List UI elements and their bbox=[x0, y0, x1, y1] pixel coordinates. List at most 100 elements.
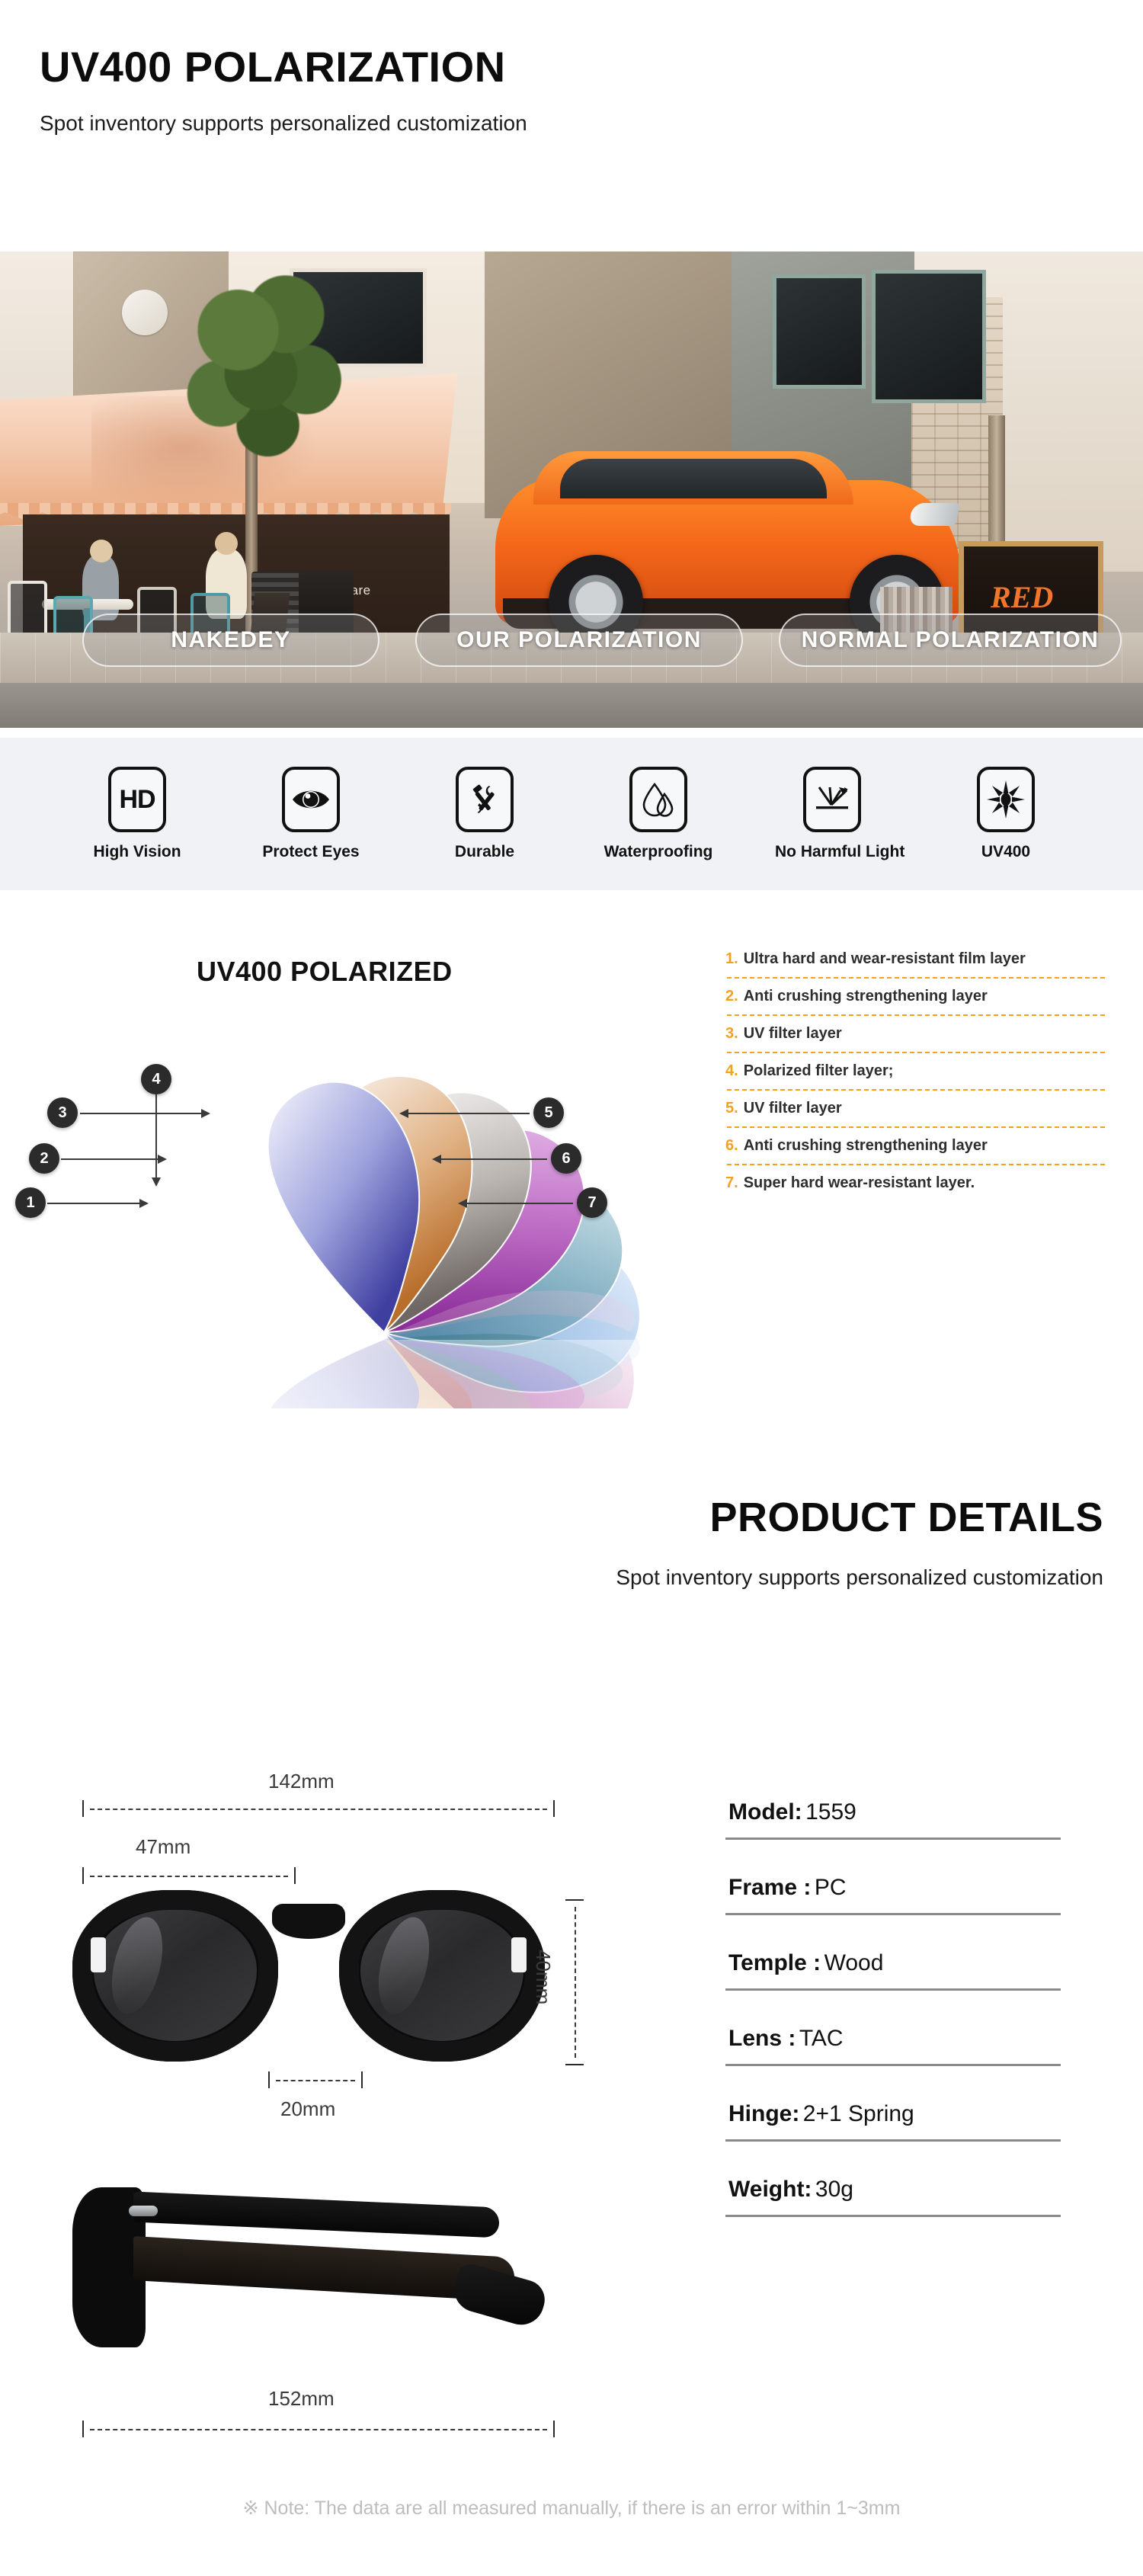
callout-badge-5: 5 bbox=[533, 1097, 564, 1128]
page-subtitle: Spot inventory supports personalized cus… bbox=[40, 111, 527, 135]
dimension-dash bbox=[276, 2080, 355, 2081]
feature-durable: Durable bbox=[427, 767, 542, 861]
side-temple-tip bbox=[449, 2260, 549, 2331]
legend-item: 3. UV filter layer bbox=[724, 1016, 1105, 1052]
spec-key: Frame : bbox=[728, 1875, 812, 1900]
leader-line-6 bbox=[432, 1155, 547, 1164]
leader-line-7 bbox=[458, 1199, 573, 1208]
feature-strip: HD High Vision Protect Eyes Durable Wate… bbox=[0, 738, 1143, 890]
dimension-line-lens-width bbox=[82, 1867, 296, 1884]
dimension-line-bridge-width bbox=[268, 2071, 363, 2088]
temple-stub-right bbox=[511, 1937, 527, 1972]
legend-text: Ultra hard and wear-resistant film layer bbox=[743, 950, 1026, 967]
dimension-line-lens-height bbox=[565, 1899, 584, 2065]
leader-line-4 bbox=[152, 1094, 161, 1187]
legend-text: UV filter layer bbox=[743, 1100, 842, 1117]
legend-number: 1. bbox=[725, 950, 738, 967]
lens-diagram-title: UV400 POLARIZED bbox=[197, 956, 453, 987]
window-upper-right-a bbox=[773, 274, 866, 389]
side-hinge bbox=[129, 2206, 158, 2216]
legend-text: UV filter layer bbox=[743, 1025, 842, 1042]
dimension-label-lens-height: 40mm bbox=[532, 1950, 555, 2005]
glasses-front-view bbox=[72, 1890, 545, 2065]
spec-value: 30g bbox=[815, 2177, 853, 2202]
lens-left-frame bbox=[72, 1890, 278, 2062]
feature-label: UV400 bbox=[981, 843, 1031, 860]
legend-item: 7. Super hard wear-resistant layer. bbox=[724, 1165, 1105, 1201]
dimension-cap bbox=[553, 2421, 555, 2437]
dimension-cap bbox=[565, 2064, 584, 2065]
callout-badge-3: 3 bbox=[47, 1097, 78, 1128]
spec-row-frame: Frame : PC bbox=[725, 1870, 1061, 1915]
callout-badge-6: 6 bbox=[551, 1143, 581, 1174]
window-upper-right-b bbox=[872, 270, 986, 403]
tree-canopy bbox=[177, 271, 352, 469]
overlay-label-nakedey: NAKEDEY bbox=[82, 614, 379, 667]
dimension-cap bbox=[361, 2071, 363, 2088]
tools-icon bbox=[456, 767, 514, 832]
dimension-cap bbox=[553, 1800, 555, 1817]
product-details-header: PRODUCT DETAILS Spot inventory supports … bbox=[0, 1494, 1143, 1590]
leader-line-3 bbox=[80, 1109, 210, 1118]
footer-note: ※ Note: The data are all measured manual… bbox=[242, 2498, 901, 2519]
leader-line-5 bbox=[399, 1109, 530, 1118]
feature-label: Durable bbox=[454, 843, 515, 860]
spec-table: Model: 1559 Frame : PC Temple : Wood Len… bbox=[725, 1795, 1061, 2217]
spec-key: Lens : bbox=[728, 2026, 796, 2051]
light-reflect-icon bbox=[803, 767, 861, 832]
legend-item: 4. Polarized filter layer; bbox=[724, 1053, 1105, 1089]
legend-text: Anti crushing strengthening layer bbox=[743, 1137, 988, 1154]
legend-number: 6. bbox=[725, 1137, 738, 1154]
lens-layer-legend: 1. Ultra hard and wear-resistant film lay… bbox=[724, 941, 1105, 1201]
spec-key: Weight: bbox=[728, 2177, 812, 2202]
dimension-cap bbox=[82, 1800, 84, 1817]
feature-label: No Harmful Light bbox=[775, 843, 905, 860]
dimension-cap bbox=[82, 1867, 84, 1884]
lens-right-frame bbox=[339, 1890, 545, 2062]
hd-icon-text: HD bbox=[119, 784, 155, 814]
legend-item: 2. Anti crushing strengthening layer bbox=[724, 979, 1105, 1014]
legend-item: 6. Anti crushing strengthening layer bbox=[724, 1128, 1105, 1164]
dimension-dash bbox=[90, 1809, 547, 1810]
feature-label: Protect Eyes bbox=[262, 843, 360, 860]
feature-label: High Vision bbox=[93, 843, 181, 860]
legend-number: 5. bbox=[725, 1100, 738, 1117]
dimension-cap bbox=[82, 2421, 84, 2437]
legend-number: 3. bbox=[725, 1025, 738, 1042]
sun-icon bbox=[977, 767, 1035, 832]
spec-key: Temple : bbox=[728, 1950, 821, 1975]
dimension-cap bbox=[565, 1899, 584, 1901]
dimension-cap bbox=[294, 1867, 296, 1884]
legend-number: 7. bbox=[725, 1174, 738, 1191]
spec-row-temple: Temple : Wood bbox=[725, 1946, 1061, 1991]
spec-row-model: Model: 1559 bbox=[725, 1795, 1061, 1840]
road bbox=[0, 683, 1143, 728]
spec-value: PC bbox=[814, 1875, 847, 1900]
dimension-dash bbox=[90, 2429, 547, 2430]
side-temple-upper bbox=[133, 2191, 499, 2238]
callout-badge-7: 7 bbox=[577, 1187, 607, 1218]
hd-icon: HD bbox=[108, 767, 166, 832]
feature-no-harmful-light: No Harmful Light bbox=[775, 767, 905, 861]
feature-protect-eyes: Protect Eyes bbox=[254, 767, 368, 861]
dimension-cap bbox=[268, 2071, 270, 2088]
shop-logo-text: RED bbox=[991, 580, 1054, 614]
satellite-dish-icon bbox=[122, 290, 168, 335]
leader-line-1 bbox=[47, 1199, 149, 1208]
temple-stub-left bbox=[91, 1937, 106, 1972]
dimension-label-lens-width: 47mm bbox=[136, 1835, 191, 1858]
callout-badge-1: 1 bbox=[15, 1187, 46, 1218]
feature-label: Waterproofing bbox=[604, 843, 713, 860]
dimension-dash bbox=[575, 1907, 576, 2058]
page-title: UV400 POLARIZATION bbox=[40, 43, 506, 91]
spec-value: 2+1 Spring bbox=[802, 2101, 914, 2126]
page-header: UV400 POLARIZATION Spot inventory suppor… bbox=[0, 0, 1143, 136]
dimension-dash bbox=[90, 1876, 288, 1877]
product-details-title: PRODUCT DETAILS bbox=[709, 1495, 1103, 1540]
dimension-line-total-width bbox=[82, 1800, 555, 1817]
person-head-left bbox=[90, 540, 113, 562]
callout-badge-2: 2 bbox=[29, 1143, 59, 1174]
spec-row-lens: Lens : TAC bbox=[725, 2021, 1061, 2066]
orange-car-window bbox=[560, 459, 827, 498]
feature-uv400: UV400 bbox=[949, 767, 1063, 861]
